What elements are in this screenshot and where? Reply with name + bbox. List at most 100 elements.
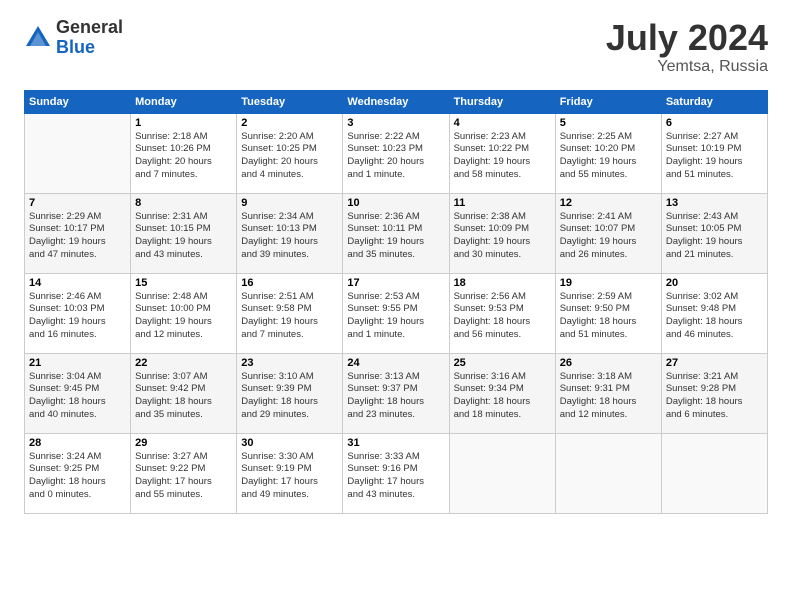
cell-0-0 (25, 113, 131, 193)
cell-3-1: 22 Sunrise: 3:07 AM Sunset: 9:42 PM Dayli… (131, 353, 237, 433)
day-number-26: 26 (560, 357, 657, 369)
day-number-23: 23 (241, 357, 338, 369)
cell-0-4: 4 Sunrise: 2:23 AM Sunset: 10:22 PM Dayli… (449, 113, 555, 193)
day-number-2: 2 (241, 117, 338, 129)
header: General Blue July 2024 Yemtsa, Russia (24, 18, 768, 76)
cell-4-0: 28 Sunrise: 3:24 AM Sunset: 9:25 PM Dayli… (25, 433, 131, 513)
cell-0-6: 6Sunrise: 2:27 AM Sunset: 10:19 PM Dayli… (661, 113, 767, 193)
calendar-body: 1 Sunrise: 2:18 AM Sunset: 10:26 PM Dayli… (25, 113, 768, 513)
day-number-28: 28 (29, 437, 126, 449)
cell-2-1: 15Sunrise: 2:48 AM Sunset: 10:00 PM Dayl… (131, 273, 237, 353)
cell-4-6 (661, 433, 767, 513)
cell-2-2: 16 Sunrise: 2:51 AM Sunset: 9:58 PM Dayli… (237, 273, 343, 353)
day-number-4: 4 (454, 117, 551, 129)
day-info-17: Sunrise: 2:53 AM Sunset: 9:55 PM Dayligh… (347, 291, 444, 342)
day-info-1: Sunrise: 2:18 AM Sunset: 10:26 PM Daylig… (135, 131, 232, 182)
day-info-6: Sunrise: 2:27 AM Sunset: 10:19 PM Daylig… (666, 131, 763, 182)
logo: General Blue (24, 18, 123, 58)
day-number-16: 16 (241, 277, 338, 289)
day-info-31: Sunrise: 3:33 AM Sunset: 9:16 PM Dayligh… (347, 451, 444, 502)
cell-3-3: 24Sunrise: 3:13 AM Sunset: 9:37 PM Dayli… (343, 353, 449, 433)
day-number-20: 20 (666, 277, 763, 289)
day-info-5: Sunrise: 2:25 AM Sunset: 10:20 PM Daylig… (560, 131, 657, 182)
cell-0-3: 3Sunrise: 2:22 AM Sunset: 10:23 PM Dayli… (343, 113, 449, 193)
week-row-3: 14 Sunrise: 2:46 AM Sunset: 10:03 PM Dayl… (25, 273, 768, 353)
day-info-22: Sunrise: 3:07 AM Sunset: 9:42 PM Dayligh… (135, 371, 232, 422)
cell-0-5: 5 Sunrise: 2:25 AM Sunset: 10:20 PM Dayli… (555, 113, 661, 193)
day-info-26: Sunrise: 3:18 AM Sunset: 9:31 PM Dayligh… (560, 371, 657, 422)
header-friday: Friday (555, 90, 661, 113)
day-number-30: 30 (241, 437, 338, 449)
week-row-4: 21 Sunrise: 3:04 AM Sunset: 9:45 PM Dayli… (25, 353, 768, 433)
cell-3-5: 26 Sunrise: 3:18 AM Sunset: 9:31 PM Dayli… (555, 353, 661, 433)
day-info-9: Sunrise: 2:34 AM Sunset: 10:13 PM Daylig… (241, 211, 338, 262)
cell-2-5: 19Sunrise: 2:59 AM Sunset: 9:50 PM Dayli… (555, 273, 661, 353)
logo-icon (24, 24, 52, 52)
logo-blue: Blue (56, 38, 123, 58)
day-number-29: 29 (135, 437, 232, 449)
cell-1-3: 10Sunrise: 2:36 AM Sunset: 10:11 PM Dayl… (343, 193, 449, 273)
day-info-29: Sunrise: 3:27 AM Sunset: 9:22 PM Dayligh… (135, 451, 232, 502)
month-year-title: July 2024 (606, 18, 768, 58)
day-number-19: 19 (560, 277, 657, 289)
day-number-1: 1 (135, 117, 232, 129)
day-info-23: Sunrise: 3:10 AM Sunset: 9:39 PM Dayligh… (241, 371, 338, 422)
calendar-table: Sunday Monday Tuesday Wednesday Thursday… (24, 90, 768, 514)
location-subtitle: Yemtsa, Russia (606, 58, 768, 76)
cell-3-0: 21 Sunrise: 3:04 AM Sunset: 9:45 PM Dayli… (25, 353, 131, 433)
cell-1-2: 9 Sunrise: 2:34 AM Sunset: 10:13 PM Dayli… (237, 193, 343, 273)
day-number-8: 8 (135, 197, 232, 209)
day-info-4: Sunrise: 2:23 AM Sunset: 10:22 PM Daylig… (454, 131, 551, 182)
cell-0-1: 1 Sunrise: 2:18 AM Sunset: 10:26 PM Dayli… (131, 113, 237, 193)
day-number-9: 9 (241, 197, 338, 209)
cell-1-6: 13 Sunrise: 2:43 AM Sunset: 10:05 PM Dayl… (661, 193, 767, 273)
day-info-30: Sunrise: 3:30 AM Sunset: 9:19 PM Dayligh… (241, 451, 338, 502)
cell-2-3: 17Sunrise: 2:53 AM Sunset: 9:55 PM Dayli… (343, 273, 449, 353)
day-info-16: Sunrise: 2:51 AM Sunset: 9:58 PM Dayligh… (241, 291, 338, 342)
day-info-28: Sunrise: 3:24 AM Sunset: 9:25 PM Dayligh… (29, 451, 126, 502)
calendar-header: Sunday Monday Tuesday Wednesday Thursday… (25, 90, 768, 113)
cell-4-1: 29 Sunrise: 3:27 AM Sunset: 9:22 PM Dayli… (131, 433, 237, 513)
week-row-1: 1 Sunrise: 2:18 AM Sunset: 10:26 PM Dayli… (25, 113, 768, 193)
day-number-21: 21 (29, 357, 126, 369)
day-info-14: Sunrise: 2:46 AM Sunset: 10:03 PM Daylig… (29, 291, 126, 342)
week-row-5: 28 Sunrise: 3:24 AM Sunset: 9:25 PM Dayli… (25, 433, 768, 513)
day-info-20: Sunrise: 3:02 AM Sunset: 9:48 PM Dayligh… (666, 291, 763, 342)
header-monday: Monday (131, 90, 237, 113)
day-info-13: Sunrise: 2:43 AM Sunset: 10:05 PM Daylig… (666, 211, 763, 262)
day-info-18: Sunrise: 2:56 AM Sunset: 9:53 PM Dayligh… (454, 291, 551, 342)
title-block: July 2024 Yemtsa, Russia (606, 18, 768, 76)
day-number-11: 11 (454, 197, 551, 209)
day-number-15: 15 (135, 277, 232, 289)
day-number-14: 14 (29, 277, 126, 289)
day-info-8: Sunrise: 2:31 AM Sunset: 10:15 PM Daylig… (135, 211, 232, 262)
day-info-27: Sunrise: 3:21 AM Sunset: 9:28 PM Dayligh… (666, 371, 763, 422)
day-info-24: Sunrise: 3:13 AM Sunset: 9:37 PM Dayligh… (347, 371, 444, 422)
header-saturday: Saturday (661, 90, 767, 113)
cell-1-1: 8 Sunrise: 2:31 AM Sunset: 10:15 PM Dayli… (131, 193, 237, 273)
day-number-22: 22 (135, 357, 232, 369)
header-thursday: Thursday (449, 90, 555, 113)
day-info-10: Sunrise: 2:36 AM Sunset: 10:11 PM Daylig… (347, 211, 444, 262)
logo-general: General (56, 18, 123, 38)
cell-0-2: 2Sunrise: 2:20 AM Sunset: 10:25 PM Dayli… (237, 113, 343, 193)
header-wednesday: Wednesday (343, 90, 449, 113)
cell-4-5 (555, 433, 661, 513)
cell-2-4: 18 Sunrise: 2:56 AM Sunset: 9:53 PM Dayli… (449, 273, 555, 353)
day-info-7: Sunrise: 2:29 AM Sunset: 10:17 PM Daylig… (29, 211, 126, 262)
day-number-5: 5 (560, 117, 657, 129)
cell-1-5: 12Sunrise: 2:41 AM Sunset: 10:07 PM Dayl… (555, 193, 661, 273)
page-container: General Blue July 2024 Yemtsa, Russia Su… (0, 0, 792, 526)
day-info-25: Sunrise: 3:16 AM Sunset: 9:34 PM Dayligh… (454, 371, 551, 422)
header-tuesday: Tuesday (237, 90, 343, 113)
cell-2-0: 14 Sunrise: 2:46 AM Sunset: 10:03 PM Dayl… (25, 273, 131, 353)
cell-3-6: 27Sunrise: 3:21 AM Sunset: 9:28 PM Dayli… (661, 353, 767, 433)
logo-text: General Blue (56, 18, 123, 58)
day-number-18: 18 (454, 277, 551, 289)
day-number-12: 12 (560, 197, 657, 209)
day-number-25: 25 (454, 357, 551, 369)
day-number-13: 13 (666, 197, 763, 209)
cell-1-0: 7Sunrise: 2:29 AM Sunset: 10:17 PM Dayli… (25, 193, 131, 273)
day-info-21: Sunrise: 3:04 AM Sunset: 9:45 PM Dayligh… (29, 371, 126, 422)
cell-4-4 (449, 433, 555, 513)
